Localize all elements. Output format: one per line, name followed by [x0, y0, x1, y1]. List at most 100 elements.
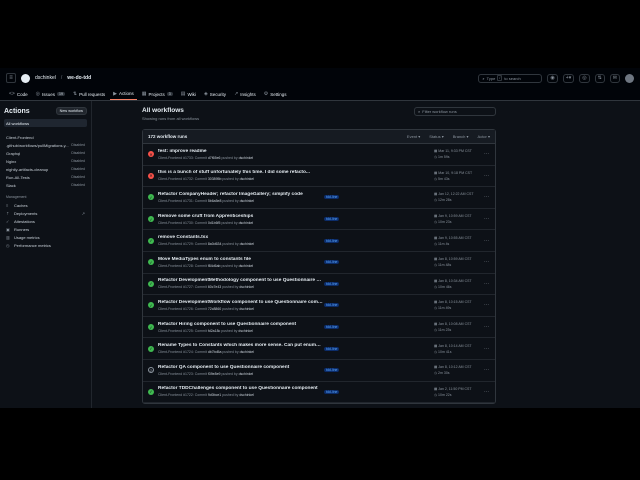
repo-owner[interactable]: dschinkel	[35, 75, 56, 81]
kebab-menu-icon[interactable]: ···	[484, 302, 489, 308]
sidebar-management-item[interactable]: ✓ Attestations	[4, 217, 87, 225]
sidebar-management-item[interactable]: ⇡ Deployments ↗	[4, 209, 87, 217]
table-row[interactable]: ⊘ Refactor QA component to use Questionn…	[143, 360, 495, 382]
new-workflow-button[interactable]: New workflow	[55, 107, 87, 115]
repo-name[interactable]: we-do-tdd	[67, 75, 91, 81]
kebab-menu-icon[interactable]: ···	[484, 389, 489, 395]
run-title[interactable]: Refactor CompanyHeader; refactor ImageGa…	[158, 192, 323, 197]
kebab-menu-icon[interactable]: ···	[484, 151, 489, 157]
create-new-button[interactable]: + ▾	[562, 73, 575, 83]
kebab-menu-icon[interactable]: ···	[484, 324, 489, 330]
tab-code[interactable]: <> Code	[6, 88, 31, 100]
search-icon: ⌕	[418, 109, 421, 114]
run-title[interactable]: Refactor Hiring component to use Questio…	[158, 322, 323, 327]
run-title[interactable]: Refactor DevelopmentWorkflow component t…	[158, 300, 323, 305]
table-row[interactable]: ✓ remove Constants.tsx Client-Frontend #…	[143, 230, 495, 252]
breadcrumb-separator: /	[60, 75, 63, 81]
search-input[interactable]: ⌕ Type / to search	[478, 73, 543, 83]
run-title[interactable]: this is a bunch of stuff unfortunately t…	[158, 170, 323, 175]
run-times: ▦ Jan 8, 10:59 AM CST ◷ 11m 48s	[434, 257, 472, 268]
kebab-menu-icon[interactable]: ···	[484, 346, 489, 352]
sidebar-management-item[interactable]: ▣ Runners	[4, 225, 87, 233]
tab-wiki[interactable]: ▤ Wiki	[178, 88, 199, 100]
branch-badge[interactable]: tdd-line	[324, 281, 340, 286]
branch-badge[interactable]: tdd-line	[324, 325, 340, 330]
tab-pull-requests[interactable]: ⇅ Pull requests	[70, 88, 108, 100]
sidebar-workflow-item[interactable]: Nginx Disabled	[4, 157, 87, 165]
table-row[interactable]: ✓ Refactor TDDChallenges component to us…	[143, 382, 495, 404]
run-title[interactable]: remove Constants.tsx	[158, 235, 323, 240]
sidebar-workflow-item[interactable]: nightly-artifacts-cleanup Disabled	[4, 165, 87, 173]
kebab-menu-icon[interactable]: ···	[484, 259, 489, 265]
calendar-icon: ▦	[434, 343, 438, 348]
tab-insights[interactable]: ↗ Insights	[231, 88, 259, 100]
tab-settings[interactable]: ⚙ Settings	[261, 88, 290, 100]
actor-filter[interactable]: Actor ▾	[478, 134, 490, 139]
branch-badge[interactable]: tdd-line	[324, 260, 340, 265]
sidebar-management-item[interactable]: ▥ Usage metrics	[4, 233, 87, 241]
table-row[interactable]: ✓ Refactor Hiring component to use Quest…	[143, 317, 495, 339]
calendar-icon: ▦	[434, 257, 438, 262]
check-circle-icon: ✓	[148, 237, 154, 244]
sidebar-workflow-item[interactable]: Run-All-Tests Disabled	[4, 173, 87, 181]
sidebar-workflow-item[interactable]: Slack Disabled	[4, 181, 87, 189]
sidebar-workflow-item[interactable]: .github/workflows/pullMigrations.y... Di…	[4, 141, 87, 149]
status-filter[interactable]: Status ▾	[429, 134, 443, 139]
table-row[interactable]: ✓ Refactor DevelopmentMethodology compon…	[143, 274, 495, 296]
tab-issues[interactable]: ◎ Issues 19	[33, 88, 68, 100]
sidebar-workflow-item[interactable]: Client-Frontend	[4, 133, 87, 141]
branch-badge[interactable]: tdd-line	[324, 195, 340, 200]
sidebar: Actions New workflow All workflows Clien…	[0, 101, 92, 408]
run-title[interactable]: Rename Types to Constants which makes mo…	[158, 343, 323, 348]
notifications-button[interactable]: ✉	[609, 73, 620, 83]
event-filter[interactable]: Event ▾	[407, 134, 420, 139]
tab-security[interactable]: ◈ Security	[201, 88, 229, 100]
branch-badge[interactable]: tdd-line	[324, 238, 340, 243]
table-row[interactable]: ✕ this is a bunch of stuff unfortunately…	[143, 166, 495, 188]
copilot-button[interactable]: ◉	[547, 73, 558, 83]
sidebar-title: Actions	[4, 107, 30, 115]
branch-badge[interactable]: tdd-line	[324, 303, 340, 308]
table-row[interactable]: ✓ Move MediaTypes enum to constants file…	[143, 252, 495, 274]
github-logo-icon[interactable]	[21, 73, 30, 83]
tab-actions[interactable]: ▶ Actions	[110, 88, 137, 100]
kebab-menu-icon[interactable]: ···	[484, 194, 489, 200]
table-row[interactable]: ✕ fest: improve readme Client-Frontend #…	[143, 144, 495, 166]
kebab-menu-icon[interactable]: ···	[484, 173, 489, 179]
table-row[interactable]: ✓ Refactor DevelopmentWorkflow component…	[143, 295, 495, 317]
branch-badge[interactable]: tdd-line	[324, 368, 340, 373]
check-circle-icon: ✓	[148, 324, 154, 331]
tab-projects[interactable]: ▦ Projects 3	[139, 88, 176, 100]
kebab-menu-icon[interactable]: ···	[484, 367, 489, 373]
menu-icon[interactable]: ≡	[6, 73, 16, 83]
pull-requests-button[interactable]: ⇅	[594, 73, 605, 83]
sidebar-management-item[interactable]: ≡ Caches	[4, 201, 87, 209]
kebab-menu-icon[interactable]: ···	[484, 216, 489, 222]
table-row[interactable]: ✓ Refactor CompanyHeader; refactor Image…	[143, 187, 495, 209]
sidebar-workflow-item[interactable]: Graphql Disabled	[4, 149, 87, 157]
run-title[interactable]: Move MediaTypes enum to constants file	[158, 257, 323, 262]
check-circle-icon: ✓	[148, 388, 154, 395]
issues-button[interactable]: ◎	[579, 73, 590, 83]
run-meta: Client-Frontend #1725: Commit fd2a18c pu…	[158, 328, 253, 333]
sidebar-management-item[interactable]: ◷ Performance metrics	[4, 241, 87, 249]
run-title[interactable]: Refactor DevelopmentMethodology componen…	[158, 278, 323, 283]
branch-badge[interactable]: tdd-line	[324, 346, 340, 351]
screen: ≡ dschinkel / we-do-tdd ⌕ Type / to sear…	[0, 68, 640, 408]
run-title[interactable]: Refactor QA component to use Questionnai…	[158, 365, 323, 370]
filter-runs-input[interactable]: ⌕ Filter workflow runs	[414, 107, 496, 116]
sidebar-item-all-workflows[interactable]: All workflows	[4, 119, 87, 127]
branch-filter[interactable]: Branch ▾	[453, 134, 469, 139]
run-title[interactable]: Remove some cruft from Apprenticeships	[158, 214, 323, 219]
branch-badge[interactable]: tdd-line	[324, 217, 340, 222]
run-title[interactable]: fest: improve readme	[158, 149, 323, 154]
table-row[interactable]: ✓ Remove some cruft from Apprenticeships…	[143, 209, 495, 231]
stopwatch-icon: ◷	[434, 349, 438, 354]
table-row[interactable]: ✓ Rename Types to Constants which makes …	[143, 338, 495, 360]
run-title[interactable]: Refactor TDDChallenges component to use …	[158, 386, 323, 391]
branch-badge[interactable]: tdd-line	[324, 389, 340, 394]
kebab-menu-icon[interactable]: ···	[484, 238, 489, 244]
avatar[interactable]	[625, 73, 634, 83]
kebab-menu-icon[interactable]: ···	[484, 281, 489, 287]
cancelled-icon: ⊘	[148, 367, 154, 374]
